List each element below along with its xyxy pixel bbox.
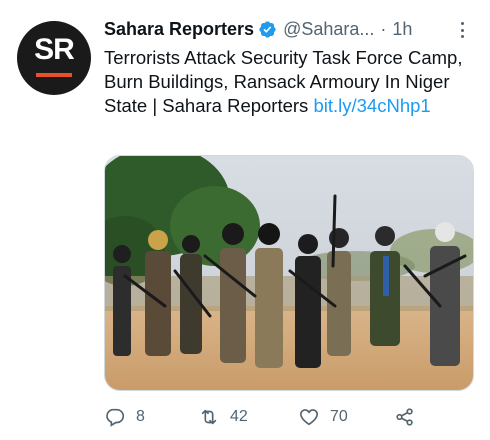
tweet-text: Terrorists Attack Security Task Force Ca… (104, 46, 474, 118)
avatar-logo-text: SR (34, 33, 75, 66)
like-icon (299, 409, 319, 426)
retweet-icon (201, 409, 217, 425)
retweet-button[interactable]: 42 (198, 402, 248, 432)
share-icon (396, 408, 413, 426)
tweet-actions: 8 42 70 (104, 402, 474, 432)
tweet-card[interactable]: SR Sahara Reporters @Sahara... · 1h Terr… (0, 0, 490, 440)
like-count: 70 (330, 408, 348, 425)
photo-armed-men (105, 156, 473, 390)
share-button[interactable] (394, 402, 416, 432)
reply-count: 8 (136, 408, 145, 425)
tweet-timestamp[interactable]: 1h (392, 19, 412, 40)
tweet-header: Sahara Reporters @Sahara... · 1h (104, 16, 474, 42)
header-separator: · (380, 18, 387, 39)
reply-button[interactable]: 8 (104, 402, 145, 432)
tweet-link[interactable]: bit.ly/34cNhp1 (313, 95, 430, 116)
reply-icon (106, 408, 125, 427)
more-options-icon[interactable] (455, 20, 469, 40)
avatar-logo-bar (36, 73, 72, 77)
retweet-count: 42 (230, 408, 248, 425)
tweet-media-image[interactable] (104, 155, 474, 391)
avatar[interactable]: SR (17, 21, 91, 95)
verified-badge-icon (258, 20, 277, 39)
like-button[interactable]: 70 (298, 402, 348, 432)
author-handle[interactable]: @Sahara... (283, 19, 374, 40)
author-name[interactable]: Sahara Reporters (104, 19, 254, 40)
